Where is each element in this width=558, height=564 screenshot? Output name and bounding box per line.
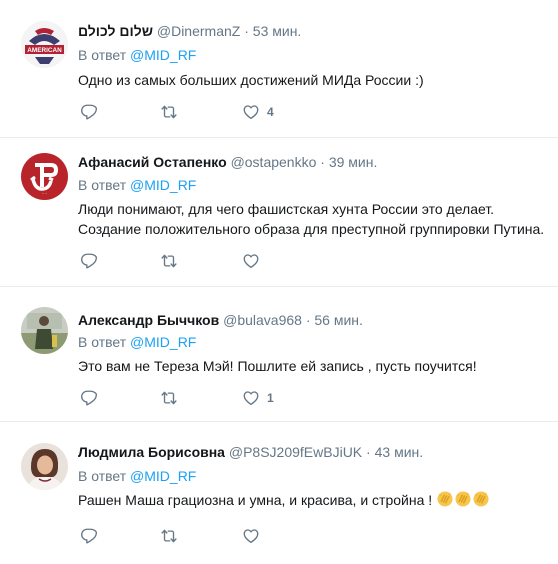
like-button[interactable]: 1 [242,388,274,408]
like-button[interactable] [242,526,267,546]
tweet-text: Это вам не Тереза Мэй! Пошлите ей запись… [78,358,477,374]
tweet-card[interactable]: Александр Быччков @bulava968 · 56 мин. В… [0,287,558,417]
tweet-text: Люди понимают, для чего фашистская хунта… [78,201,545,237]
heart-icon [242,252,260,270]
reply-prefix: В ответ [78,47,127,63]
avatar[interactable] [21,307,68,354]
retweet-icon [160,527,178,545]
avatar[interactable] [21,443,68,490]
reply-icon [80,527,98,545]
reply-icon [80,389,98,407]
avatar-american-eagle-image: AMERICAN [21,21,68,68]
svg-text:····: ···· [42,191,47,196]
like-button[interactable]: 4 [242,102,274,122]
reply-button[interactable] [80,388,98,408]
tweet-card[interactable]: AMERICAN שלום לכולם @DinermanZ · 53 мин.… [0,0,558,137]
reply-icon [80,103,98,121]
like-count: 4 [267,105,274,119]
reply-mention-link[interactable]: @MID_RF [130,468,196,484]
reply-mention-link[interactable]: @MID_RF [130,334,196,350]
timestamp[interactable]: 43 мин. [375,444,424,460]
separator-dot: · [244,23,249,39]
like-button[interactable] [242,251,267,271]
heart-icon [242,103,260,121]
tweet-text: Рашен Маша грациозна и умна, и красива, … [78,492,433,508]
separator-dot: · [320,154,325,170]
avatar[interactable]: AMERICAN [21,21,68,68]
retweet-icon [160,103,178,121]
separator-dot: · [305,312,311,328]
reply-button[interactable] [80,526,98,546]
reply-prefix: В ответ [78,177,127,193]
clapping-hands-emoji [454,490,472,508]
user-handle[interactable]: @ostapenkko [231,154,317,170]
timestamp[interactable]: 56 мин. [314,312,363,328]
tweet-card[interactable]: ···· Афанасий Остапенко @ostapenkko · 39… [0,138,558,283]
heart-icon [242,389,260,407]
like-count: 1 [267,391,274,405]
reply-prefix: В ответ [78,468,127,484]
tweet-text: Одно из самых больших достижений МИДа Ро… [78,72,424,88]
reply-button[interactable] [80,102,98,122]
display-name[interactable]: Александр Быччков [78,312,219,328]
heart-icon [242,527,260,545]
display-name[interactable]: Людмила Борисовна [78,444,225,460]
reply-button[interactable] [80,251,98,271]
tweet-card[interactable]: Людмила Борисовна @P8SJ209fEwBJiUK · 43 … [0,422,558,564]
separator-dot: · [366,444,371,460]
retweet-button[interactable] [160,388,178,408]
display-name[interactable]: שלום לכולם [78,23,153,39]
avatar-logo-text: AMERICAN [27,47,62,54]
retweet-button[interactable] [160,102,178,122]
clapping-hands-emoji [436,490,454,508]
user-handle[interactable]: @P8SJ209fEwBJiUK [229,444,362,460]
reply-mention-link[interactable]: @MID_RF [130,177,196,193]
timestamp[interactable]: 53 мин. [253,23,302,39]
avatar-person-photo [21,307,68,354]
retweet-icon [160,389,178,407]
avatar-anchor-symbol-image: ···· [21,153,68,200]
retweet-button[interactable] [160,251,178,271]
reply-prefix: В ответ [78,334,127,350]
user-handle[interactable]: @bulava968 [223,312,302,328]
clapping-hands-emoji [472,490,490,508]
avatar[interactable]: ···· [21,153,68,200]
display-name[interactable]: Афанасий Остапенко [78,154,227,170]
timestamp[interactable]: 39 мин. [329,154,378,170]
retweet-button[interactable] [160,526,178,546]
retweet-icon [160,252,178,270]
avatar-woman-photo [21,443,68,490]
user-handle[interactable]: @DinermanZ [157,23,240,39]
reply-icon [80,252,98,270]
reply-mention-link[interactable]: @MID_RF [130,47,196,63]
